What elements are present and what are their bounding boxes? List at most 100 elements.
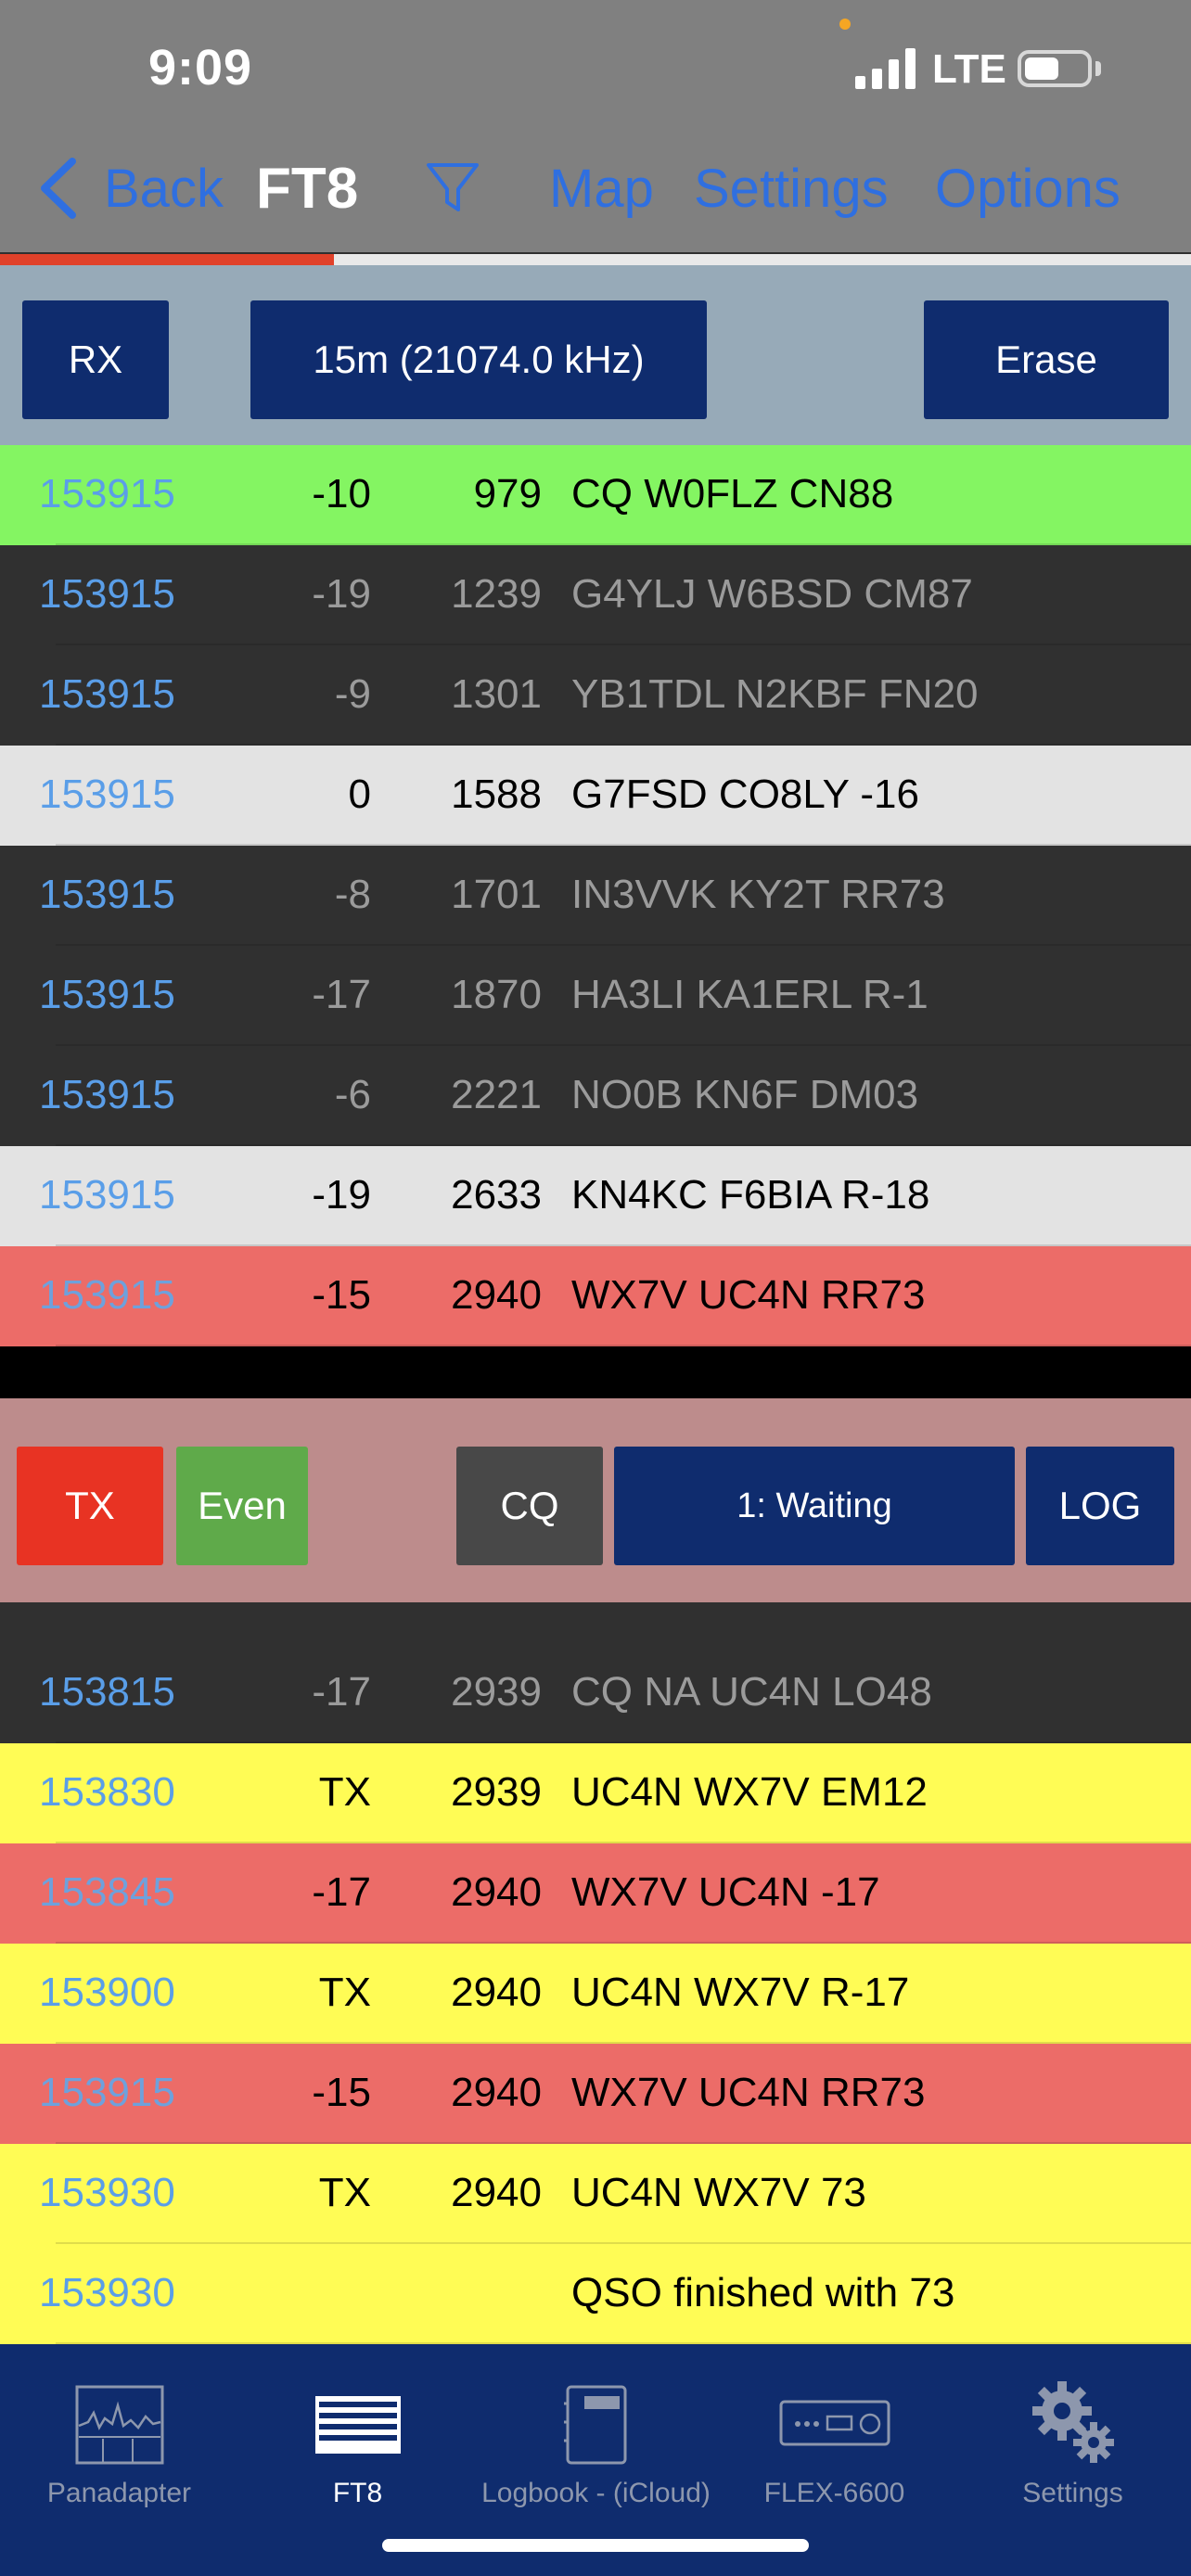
row-time: 153900 [39, 1970, 175, 2015]
row-message: WX7V UC4N -17 [571, 1869, 880, 1915]
row-df: 2940 [451, 1869, 542, 1915]
back-chevron-icon[interactable] [37, 156, 80, 221]
row-df: 1239 [451, 571, 542, 617]
row-df: 2633 [451, 1172, 542, 1218]
row-df: 1588 [451, 772, 542, 817]
row-db: -15 [312, 1272, 371, 1318]
qso-row[interactable]: 153930 QSO finished with 73 [0, 2244, 1191, 2344]
control-bar: RX 15m (21074.0 kHz) Erase [0, 265, 1191, 456]
decode-row[interactable]: 153915 -8 1701 IN3VVK KY2T RR73 [0, 846, 1191, 946]
log-button[interactable]: LOG [1026, 1447, 1174, 1565]
row-db: -8 [334, 872, 371, 917]
row-message: UC4N WX7V 73 [571, 2170, 866, 2215]
row-db: 0 [348, 772, 371, 817]
row-df: 2221 [451, 1072, 542, 1117]
options-button[interactable]: Options [935, 158, 1121, 220]
qso-row[interactable]: 153900 TX 2940 UC4N WX7V R-17 [0, 1944, 1191, 2044]
tab-settings[interactable]: Settings [954, 2363, 1191, 2508]
row-df: 2939 [451, 1669, 542, 1715]
row-time: 153815 [39, 1669, 175, 1715]
row-time: 153915 [39, 1172, 175, 1218]
qso-row[interactable]: 153815 -17 2939 CQ NA UC4N LO48 [0, 1643, 1191, 1743]
row-message: WX7V UC4N RR73 [571, 2070, 926, 2115]
radio-icon [779, 2400, 890, 2446]
settings-button[interactable]: Settings [694, 158, 889, 220]
home-indicator[interactable] [382, 2539, 809, 2552]
privacy-indicator-icon [839, 19, 851, 30]
gear-icon [1031, 2381, 1114, 2463]
cycle-progress-bar [0, 254, 1191, 265]
row-db: -10 [312, 471, 371, 516]
tab-panadapter[interactable]: Panadapter [0, 2363, 238, 2508]
row-db: -17 [312, 1669, 371, 1715]
tab-flex[interactable]: FLEX-6600 [715, 2363, 954, 2508]
decode-row[interactable]: 153915 -15 2940 WX7V UC4N RR73 [0, 1246, 1191, 1346]
row-message: UC4N WX7V EM12 [571, 1769, 928, 1815]
row-message: CQ NA UC4N LO48 [571, 1669, 932, 1715]
row-db: -17 [312, 972, 371, 1017]
ft8-icon [314, 2396, 401, 2454]
erase-button[interactable]: Erase [924, 300, 1169, 419]
row-time: 153915 [39, 972, 175, 1017]
filter-icon[interactable] [425, 161, 480, 213]
decode-row[interactable]: 153915 -19 2633 KN4KC F6BIA R-18 [0, 1146, 1191, 1246]
row-message: G4YLJ W6BSD CM87 [571, 571, 973, 617]
row-time: 153915 [39, 471, 175, 516]
row-db: -17 [312, 1869, 371, 1915]
row-time: 153915 [39, 2070, 175, 2115]
row-df: 1301 [451, 671, 542, 717]
row-df: 2940 [451, 2070, 542, 2115]
row-message: IN3VVK KY2T RR73 [571, 872, 945, 917]
row-time: 153915 [39, 571, 175, 617]
row-time: 153930 [39, 2270, 175, 2315]
battery-icon [1018, 50, 1092, 87]
page-title: FT8 [256, 157, 359, 221]
tab-label: Panadapter [46, 2478, 192, 2508]
row-time: 153830 [39, 1769, 175, 1815]
decode-row[interactable]: 153915 -6 2221 NO0B KN6F DM03 [0, 1046, 1191, 1146]
row-message: QSO finished with 73 [571, 2270, 955, 2315]
even-odd-button[interactable]: Even [176, 1447, 308, 1565]
row-db: -19 [312, 571, 371, 617]
cq-button[interactable]: CQ [456, 1447, 603, 1565]
row-db: TX [318, 1769, 371, 1815]
qso-row[interactable]: 153845 -17 2940 WX7V UC4N -17 [0, 1843, 1191, 1944]
decode-row[interactable]: 153915 -17 1870 HA3LI KA1ERL R-1 [0, 946, 1191, 1046]
tx-button[interactable]: TX [17, 1447, 163, 1565]
map-button[interactable]: Map [549, 158, 654, 220]
row-time: 153915 [39, 1072, 175, 1117]
decode-row[interactable]: 153915 -9 1301 YB1TDL N2KBF FN20 [0, 645, 1191, 746]
row-db: TX [318, 1970, 371, 2015]
tab-ft8[interactable]: FT8 [238, 2363, 477, 2508]
row-df: 1701 [451, 872, 542, 917]
row-df: 2940 [451, 2170, 542, 2215]
qso-row[interactable]: 153930 TX 2940 UC4N WX7V 73 [0, 2144, 1191, 2244]
row-time: 153915 [39, 872, 175, 917]
band-selector-button[interactable]: 15m (21074.0 kHz) [250, 300, 707, 419]
tab-label: Settings [1022, 2478, 1123, 2508]
tx-state-button[interactable]: 1: Waiting [614, 1447, 1015, 1565]
status-time: 9:09 [148, 40, 253, 96]
row-df: 979 [473, 471, 542, 516]
qso-row[interactable]: 153830 TX 2939 UC4N WX7V EM12 [0, 1743, 1191, 1843]
row-db: -9 [334, 671, 371, 717]
cycle-progress-fill [0, 254, 334, 265]
qso-row[interactable]: 153915 -15 2940 WX7V UC4N RR73 [0, 2044, 1191, 2144]
tx-panel: TX Even CQ 1: Waiting LOG [0, 1398, 1191, 1602]
rx-button[interactable]: RX [22, 300, 169, 419]
decode-row[interactable]: 153915 -10 979 CQ W0FLZ CN88 [0, 445, 1191, 545]
row-db: TX [318, 2170, 371, 2215]
network-label: LTE [932, 46, 1006, 92]
row-time: 153915 [39, 671, 175, 717]
panadapter-icon [75, 2385, 163, 2465]
row-message: KN4KC F6BIA R-18 [571, 1172, 930, 1218]
row-df: 2940 [451, 1272, 542, 1318]
tab-logbook[interactable]: Logbook - (iCloud) [477, 2363, 715, 2508]
row-message: HA3LI KA1ERL R-1 [571, 972, 928, 1017]
decode-row[interactable]: 153915 0 1588 G7FSD CO8LY -16 [0, 746, 1191, 846]
decode-row[interactable]: 153915 -19 1239 G4YLJ W6BSD CM87 [0, 545, 1191, 645]
row-time: 153915 [39, 772, 175, 817]
list-divider [0, 1346, 1191, 1398]
back-button[interactable]: Back [104, 158, 224, 220]
row-message: UC4N WX7V R-17 [571, 1970, 910, 2015]
